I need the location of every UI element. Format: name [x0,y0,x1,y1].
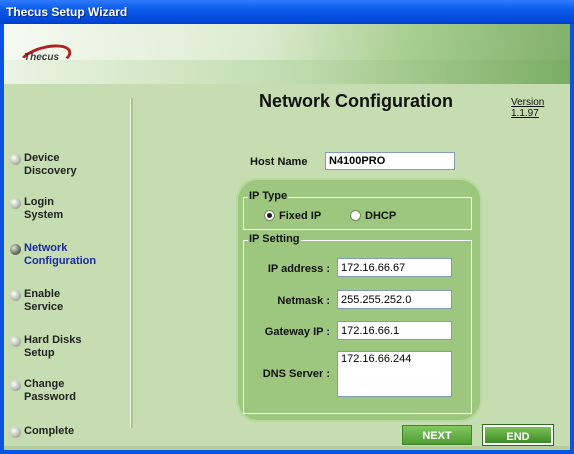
sidebar-step-complete: Complete [10,425,75,438]
sphere-bullet-icon [10,336,21,347]
header-banner: Thecus [4,24,570,84]
host-name-label: Host Name [250,156,308,168]
thecus-logo-icon: Thecus [15,39,75,77]
host-name-input[interactable] [325,152,455,170]
step-label: Device Discovery [24,152,77,177]
sphere-bullet-icon [10,244,21,255]
sidebar-step-hard-disks-setup: Hard Disks Setup [10,334,82,360]
footer-shade [4,446,570,450]
ip-type-title: IP Type [248,190,289,202]
radio-unselected-icon [350,209,361,221]
version-link[interactable]: Version 1.1.97 [511,97,570,119]
step-label: Change Password [24,378,76,403]
sidebar-step-login-system: Login System [10,196,64,222]
sphere-bullet-icon [10,154,21,165]
step-label: Network Configuration [24,242,97,267]
step-label: Hard Disks Setup [24,334,82,359]
step-label: Enable Service [24,288,64,313]
ip-address-input[interactable] [337,258,452,277]
banner-stripe [4,60,570,84]
network-settings-panel: IP Type Fixed IP DHCP IP Setting IP addr… [236,178,482,422]
wizard-window: Thecus Setup Wizard Thecus Device Discov… [0,0,574,454]
gateway-ip-label: Gateway IP : [264,326,330,338]
sidebar-step-enable-service: Enable Service [10,288,64,314]
step-label: Complete [24,425,75,437]
dns-server-input[interactable]: 172.16.66.244 [337,351,452,397]
window-title-bar[interactable]: Thecus Setup Wizard [0,0,574,24]
radio-selected-icon [264,209,275,221]
gateway-ip-input[interactable] [337,321,452,340]
wizard-client-area: Thecus Device Discovery Login System Net… [4,24,570,450]
sidebar-divider [130,98,133,428]
sidebar-step-change-password: Change Password [10,378,76,404]
next-button[interactable]: NEXT [402,425,472,445]
netmask-label: Netmask : [277,295,330,307]
dhcp-label: DHCP [365,210,397,222]
netmask-input[interactable] [337,290,452,309]
sphere-bullet-icon [10,198,21,209]
step-label: Login System [24,196,64,221]
fixed-ip-radio[interactable]: Fixed IP [264,209,322,222]
page-title: Network Configuration [259,91,453,111]
ip-setting-title: IP Setting [248,233,301,245]
sphere-bullet-icon [10,380,21,391]
ip-address-label: IP address : [267,263,330,275]
dhcp-radio[interactable]: DHCP [350,209,397,222]
sidebar-step-device-discovery: Device Discovery [10,152,77,178]
sidebar-step-network-configuration: Network Configuration [10,242,97,268]
dns-server-label: DNS Server : [262,368,330,380]
sphere-bullet-icon [10,427,21,438]
wizard-body: Device Discovery Login System Network Co… [4,84,570,450]
ip-setting-group: IP Setting IP address : Netmask : Gatewa… [243,233,472,414]
sphere-bullet-icon [10,290,21,301]
fixed-ip-label: Fixed IP [279,210,322,222]
end-button[interactable]: END [482,424,554,446]
ip-type-group: IP Type Fixed IP DHCP [243,190,472,230]
logo-text: Thecus [24,52,60,63]
